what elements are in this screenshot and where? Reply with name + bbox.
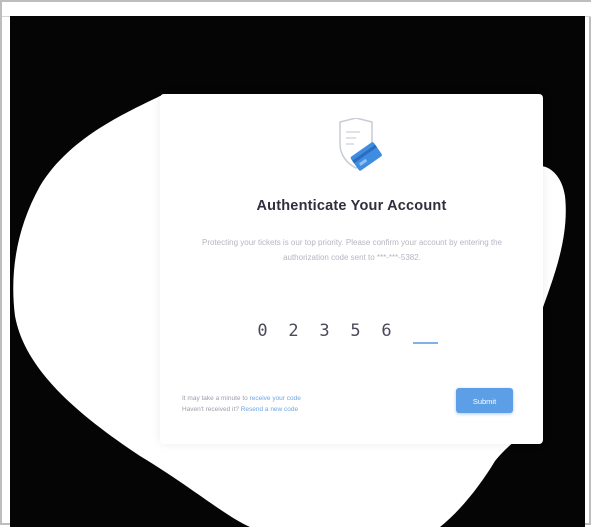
footer-line-2-prefix: Haven't received it?	[182, 406, 241, 413]
submit-button[interactable]: Submit	[456, 388, 513, 413]
code-digit-1[interactable]: 0	[250, 318, 275, 344]
dark-stage: Authenticate Your Account Protecting you…	[10, 16, 585, 527]
verification-code-input[interactable]: 0 2 3 5 6	[250, 318, 450, 344]
screenshot-frame: Authenticate Your Account Protecting you…	[0, 0, 591, 527]
receive-code-link[interactable]: receive your code	[250, 395, 301, 402]
code-digit-4[interactable]: 5	[343, 318, 368, 344]
footer-help-text: It may take a minute to receive your cod…	[182, 393, 442, 415]
top-bar	[2, 2, 591, 17]
code-digit-5[interactable]: 6	[374, 318, 399, 344]
footer-line-1: It may take a minute to receive your cod…	[182, 393, 442, 404]
footer-line-1-prefix: It may take a minute to	[182, 395, 250, 402]
resend-code-link[interactable]: Resend a new code	[241, 406, 298, 413]
footer-line-2: Haven't received it? Resend a new code	[182, 404, 442, 415]
shield-card-icon	[339, 118, 382, 171]
code-digit-6-empty[interactable]	[413, 318, 438, 344]
code-digit-3[interactable]: 3	[312, 318, 337, 344]
auth-card: Authenticate Your Account Protecting you…	[160, 94, 543, 444]
page-title: Authenticate Your Account	[256, 198, 447, 214]
code-digit-2[interactable]: 2	[281, 318, 306, 344]
description-text: Protecting your tickets is our top prior…	[202, 238, 502, 262]
